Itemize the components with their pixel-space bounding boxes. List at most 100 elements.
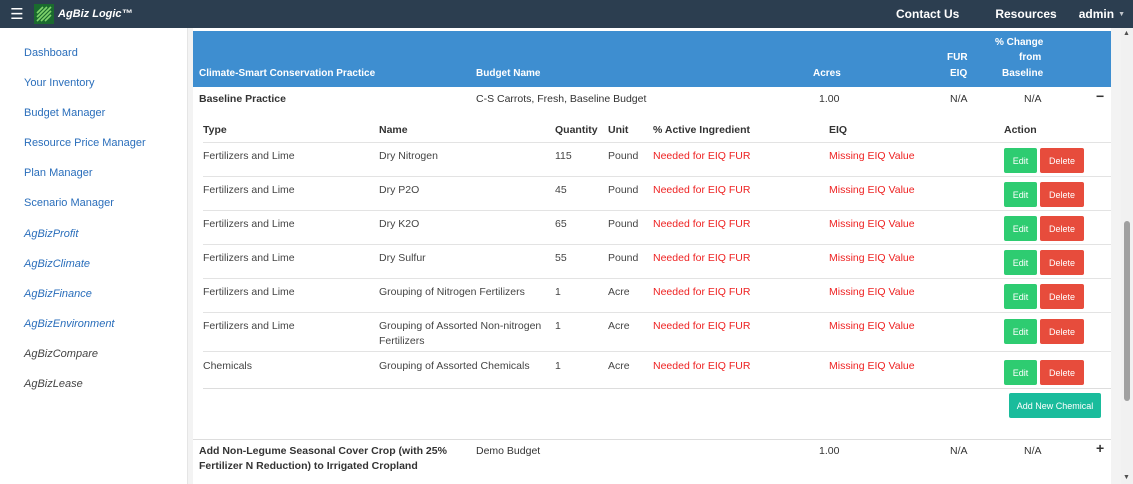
cell-eiq: Missing EIQ Value (829, 184, 915, 196)
cell-name-line2: Fertilizers (379, 335, 425, 347)
scroll-down-icon[interactable]: ▼ (1123, 474, 1130, 481)
sidebar-item-agbizcompare[interactable]: AgBizCompare (24, 348, 98, 360)
cell-active-ingredient: Needed for EIQ FUR (653, 286, 751, 298)
divider (203, 388, 1111, 389)
cell-type: Fertilizers and Lime (203, 320, 295, 332)
scroll-thumb[interactable] (1124, 221, 1130, 401)
header-change-line3: Baseline (1002, 68, 1044, 79)
header-practice: Climate-Smart Conservation Practice (199, 68, 376, 79)
collapse-icon[interactable]: − (1096, 88, 1104, 104)
table-row: Fertilizers and Lime Grouping of Nitroge… (203, 278, 1111, 313)
chemicals-header: Type Name Quantity Unit % Active Ingredi… (193, 121, 1111, 143)
sidebar-item-dashboard[interactable]: Dashboard (24, 47, 78, 59)
table-row: Fertilizers and Lime Dry K2O 65 Pound Ne… (203, 210, 1111, 245)
cell-name: Dry K2O (379, 218, 420, 230)
cell-unit: Acre (608, 320, 630, 332)
delete-button[interactable]: Delete (1040, 360, 1084, 385)
practice-row-cover-crop[interactable]: Add Non-Legume Seasonal Cover Crop (with… (193, 440, 1111, 484)
delete-button[interactable]: Delete (1040, 148, 1084, 173)
table-row: Fertilizers and Lime Grouping of Assorte… (203, 312, 1111, 352)
nav-resources[interactable]: Resources (985, 7, 1066, 21)
baseline-change: N/A (1024, 93, 1042, 105)
add-new-chemical-button[interactable]: Add New Chemical (1009, 393, 1101, 418)
delete-button[interactable]: Delete (1040, 319, 1084, 344)
cell-type: Fertilizers and Lime (203, 252, 295, 264)
expand-icon[interactable]: + (1096, 440, 1104, 456)
sidebar-item-agbizlease[interactable]: AgBizLease (24, 378, 83, 390)
delete-button[interactable]: Delete (1040, 182, 1084, 207)
col-eiq: EIQ (829, 124, 848, 136)
delete-button[interactable]: Delete (1040, 284, 1084, 309)
cell-name: Grouping of Assorted Non-nitrogen (379, 320, 542, 332)
sidebar-item-agbizfinance[interactable]: AgBizFinance (24, 288, 92, 300)
user-name: admin (1078, 7, 1115, 21)
cell-unit: Pound (608, 184, 639, 196)
cell-type: Fertilizers and Lime (203, 150, 295, 162)
cell-name: Dry Sulfur (379, 252, 426, 264)
cell-unit: Pound (608, 150, 639, 162)
cell-type: Fertilizers and Lime (203, 218, 295, 230)
header-acres: Acres (813, 68, 841, 79)
cell-quantity: 1 (555, 286, 561, 298)
edit-button[interactable]: Edit (1004, 360, 1037, 385)
cell-active-ingredient: Needed for EIQ FUR (653, 360, 751, 372)
col-action: Action (1004, 124, 1037, 136)
nav-contact-us[interactable]: Contact Us (886, 7, 985, 21)
sidebar-item-agbizclimate[interactable]: AgBizClimate (24, 258, 90, 270)
cell-quantity: 65 (555, 218, 567, 230)
header-fur-line2: EIQ (950, 68, 968, 79)
sidebar-item-resource-price-manager[interactable]: Resource Price Manager (24, 137, 146, 149)
cell-unit: Acre (608, 360, 630, 372)
cell-active-ingredient: Needed for EIQ FUR (653, 320, 751, 332)
cell-quantity: 1 (555, 360, 561, 372)
sidebar-item-budget-manager[interactable]: Budget Manager (24, 107, 105, 119)
col-quantity: Quantity (555, 124, 598, 136)
baseline-budget-name: C-S Carrots, Fresh, Baseline Budget (476, 93, 647, 105)
sidebar: Dashboard Your Inventory Budget Manager … (0, 28, 188, 484)
edit-button[interactable]: Edit (1004, 250, 1037, 275)
col-type: Type (203, 124, 227, 136)
table-header: Climate-Smart Conservation Practice Budg… (193, 31, 1111, 87)
baseline-fur-eiq: N/A (950, 93, 968, 105)
sidebar-item-plan-manager[interactable]: Plan Manager (24, 167, 93, 179)
sidebar-item-agbizprofit[interactable]: AgBizProfit (24, 228, 78, 240)
delete-button[interactable]: Delete (1040, 250, 1084, 275)
hamburger-icon[interactable]: ☰ (0, 0, 34, 28)
col-active-ingredient: % Active Ingredient (653, 124, 751, 136)
cell-name: Dry Nitrogen (379, 150, 438, 162)
practice-acres: 1.00 (819, 445, 840, 457)
scroll-up-icon[interactable]: ▲ (1123, 30, 1130, 37)
sidebar-item-your-inventory[interactable]: Your Inventory (24, 77, 95, 89)
table-row: Chemicals Grouping of Assorted Chemicals… (203, 351, 1111, 389)
edit-button[interactable]: Edit (1004, 148, 1037, 173)
cell-quantity: 115 (555, 150, 572, 162)
table-row: Fertilizers and Lime Dry Sulfur 55 Pound… (203, 244, 1111, 279)
edit-button[interactable]: Edit (1004, 216, 1037, 241)
cell-eiq: Missing EIQ Value (829, 218, 915, 230)
table-row: Fertilizers and Lime Dry P2O 45 Pound Ne… (203, 176, 1111, 211)
edit-button[interactable]: Edit (1004, 284, 1037, 309)
user-menu[interactable]: admin ▼ (1067, 7, 1133, 21)
page-scrollbar[interactable]: ▲ ▼ (1121, 28, 1133, 484)
cell-type: Chemicals (203, 360, 253, 372)
cell-unit: Acre (608, 286, 630, 298)
baseline-practice-row[interactable]: Baseline Practice C-S Carrots, Fresh, Ba… (193, 88, 1111, 116)
practice-change: N/A (1024, 445, 1042, 457)
edit-button[interactable]: Edit (1004, 182, 1037, 207)
sidebar-item-scenario-manager[interactable]: Scenario Manager (24, 197, 114, 209)
brand-logo[interactable]: AgBiz Logic™ (34, 0, 133, 28)
delete-button[interactable]: Delete (1040, 216, 1084, 241)
baseline-practice-name: Baseline Practice (199, 93, 286, 105)
cell-eiq: Missing EIQ Value (829, 360, 915, 372)
practice-fur-eiq: N/A (950, 445, 968, 457)
edit-button[interactable]: Edit (1004, 319, 1037, 344)
cell-active-ingredient: Needed for EIQ FUR (653, 218, 751, 230)
cell-name: Dry P2O (379, 184, 420, 196)
cell-unit: Pound (608, 218, 639, 230)
header-fur-line1: FUR (947, 52, 968, 63)
cell-name: Grouping of Nitrogen Fertilizers (379, 286, 525, 298)
sidebar-item-agbizenvironment[interactable]: AgBizEnvironment (24, 318, 115, 330)
cell-eiq: Missing EIQ Value (829, 150, 915, 162)
cell-eiq: Missing EIQ Value (829, 320, 915, 332)
cell-active-ingredient: Needed for EIQ FUR (653, 252, 751, 264)
